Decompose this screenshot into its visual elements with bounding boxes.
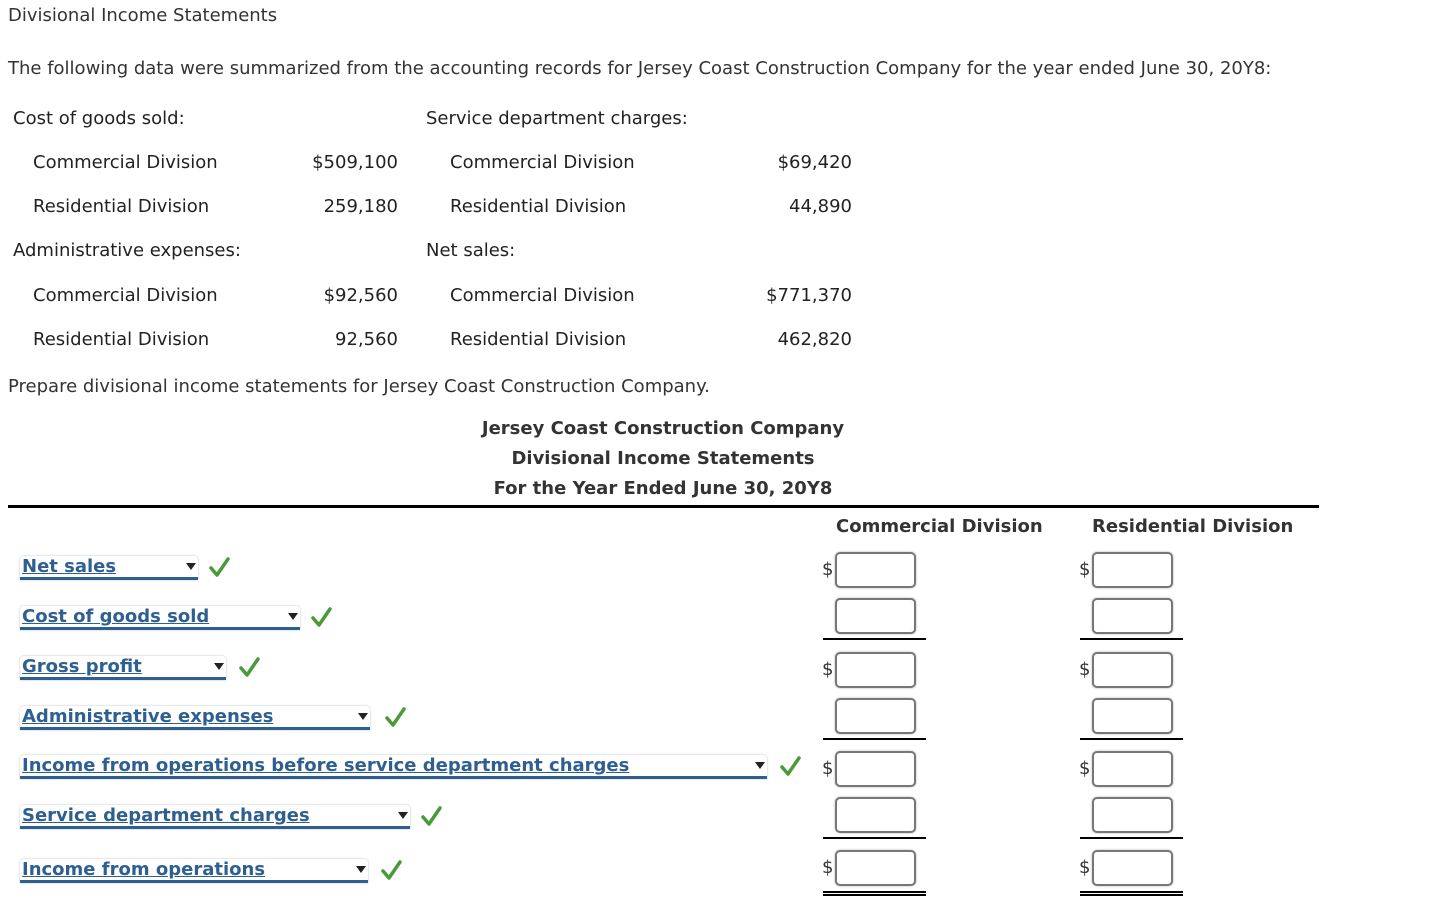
residential-admin-expenses-input[interactable]: [1092, 698, 1173, 734]
net-sales-commercial-value: $771,370: [766, 285, 852, 306]
net-sales-heading: Net sales:: [426, 240, 516, 261]
subtotal-rule: [823, 738, 926, 740]
dollar-sign: $: [1079, 559, 1091, 580]
residential-income-from-operations-input[interactable]: [1092, 850, 1173, 886]
dollar-sign: $: [1079, 659, 1091, 680]
service-residential-label: Residential Division: [450, 196, 627, 217]
statement-header-rule: [8, 505, 1319, 508]
page-title: Divisional Income Statements: [8, 5, 278, 26]
row-label-text: Gross profit: [22, 656, 142, 677]
dropdown-arrow-icon: [214, 663, 224, 670]
cogs-commercial-label: Commercial Division: [33, 152, 218, 173]
row-label-text: Net sales: [22, 556, 117, 577]
dropdown-arrow-icon: [288, 613, 298, 620]
residential-gross-profit-input[interactable]: [1092, 652, 1173, 688]
commercial-income-before-service-input[interactable]: [835, 751, 916, 787]
admin-commercial-value: $92,560: [323, 285, 398, 306]
dropdown-arrow-icon: [186, 563, 196, 570]
check-icon: [421, 806, 442, 826]
commercial-income-from-operations-input[interactable]: [835, 850, 916, 886]
row-label-text: Administrative expenses: [22, 706, 274, 727]
dropdown-arrow-icon: [755, 762, 765, 769]
cogs-heading: Cost of goods sold:: [13, 108, 185, 129]
cogs-commercial-value: $509,100: [312, 152, 398, 173]
row-label-select-service-department-charges[interactable]: Service department charges: [20, 805, 410, 829]
dropdown-arrow-icon: [356, 866, 366, 873]
row-label-text: Service department charges: [22, 805, 310, 826]
net-sales-residential-label: Residential Division: [450, 329, 627, 350]
row-label-select-gross-profit[interactable]: Gross profit: [20, 656, 226, 680]
check-icon: [381, 860, 402, 880]
row-label-text: Income from operations: [22, 859, 266, 880]
check-icon: [311, 607, 332, 627]
row-label-text: Income from operations before service de…: [22, 755, 630, 776]
commercial-gross-profit-input[interactable]: [835, 652, 916, 688]
row-label-select-administrative-expenses[interactable]: Administrative expenses: [20, 706, 370, 730]
subtotal-rule: [1080, 738, 1183, 740]
residential-net-sales-input[interactable]: [1092, 552, 1173, 588]
dollar-sign: $: [822, 559, 834, 580]
admin-residential-label: Residential Division: [33, 329, 210, 350]
row-label-select-income-from-operations[interactable]: Income from operations: [20, 859, 368, 883]
dollar-sign: $: [822, 758, 834, 779]
cogs-residential-label: Residential Division: [33, 196, 210, 217]
statement-company: Jersey Coast Construction Company: [481, 418, 845, 439]
commercial-cogs-input[interactable]: [835, 598, 916, 634]
row-label-select-net-sales[interactable]: Net sales: [20, 556, 198, 580]
check-icon: [209, 557, 230, 577]
row-label-text: Cost of goods sold: [22, 606, 210, 627]
service-commercial-value: $69,420: [777, 152, 852, 173]
service-commercial-label: Commercial Division: [450, 152, 635, 173]
commercial-service-charges-input[interactable]: [835, 797, 916, 833]
service-heading: Service department charges:: [426, 108, 688, 129]
subtotal-rule: [1080, 638, 1183, 640]
subtotal-rule: [823, 837, 926, 839]
residential-cogs-input[interactable]: [1092, 598, 1173, 634]
statement-title: Divisional Income Statements: [511, 448, 815, 469]
residential-income-before-service-input[interactable]: [1092, 751, 1173, 787]
total-double-rule: [823, 891, 926, 896]
total-double-rule: [1080, 891, 1183, 896]
prepare-instruction: Prepare divisional income statements for…: [8, 376, 710, 397]
dropdown-arrow-icon: [398, 812, 408, 819]
dollar-sign: $: [1079, 758, 1091, 779]
column-header-residential: Residential Division: [1092, 516, 1294, 537]
dollar-sign: $: [822, 857, 834, 878]
net-sales-commercial-label: Commercial Division: [450, 285, 635, 306]
dollar-sign: $: [822, 659, 834, 680]
check-icon: [239, 657, 260, 677]
service-residential-value: 44,890: [789, 196, 852, 217]
intro-text: The following data were summarized from …: [8, 58, 1272, 79]
column-header-commercial: Commercial Division: [836, 516, 1043, 537]
cogs-residential-value: 259,180: [323, 196, 398, 217]
commercial-admin-expenses-input[interactable]: [835, 698, 916, 734]
check-icon: [780, 756, 801, 776]
admin-residential-value: 92,560: [335, 329, 398, 350]
row-label-select-cost-of-goods-sold[interactable]: Cost of goods sold: [20, 606, 300, 630]
dropdown-arrow-icon: [358, 713, 368, 720]
statement-period: For the Year Ended June 30, 20Y8: [493, 478, 833, 499]
check-icon: [385, 707, 406, 727]
subtotal-rule: [1080, 837, 1183, 839]
commercial-net-sales-input[interactable]: [835, 552, 916, 588]
row-label-select-income-before-service-charges[interactable]: Income from operations before service de…: [20, 755, 767, 779]
dollar-sign: $: [1079, 857, 1091, 878]
net-sales-residential-value: 462,820: [777, 329, 852, 350]
subtotal-rule: [823, 638, 926, 640]
admin-commercial-label: Commercial Division: [33, 285, 218, 306]
admin-heading: Administrative expenses:: [13, 240, 241, 261]
residential-service-charges-input[interactable]: [1092, 797, 1173, 833]
